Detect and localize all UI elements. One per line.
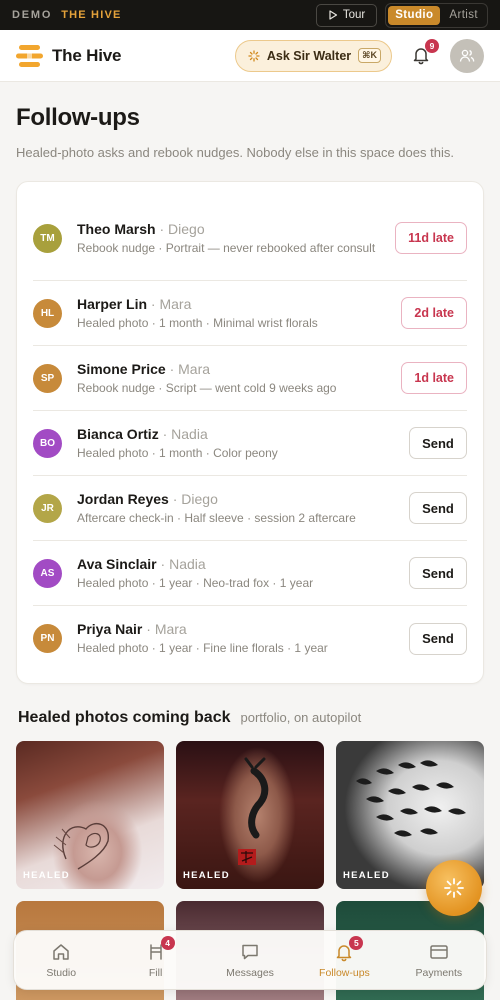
users-icon [459, 49, 475, 62]
nav-label: Studio [46, 966, 77, 979]
demo-bar: DEMO THE HIVE Tour Studio Artist [0, 0, 500, 30]
demo-brand: THE HIVE [61, 9, 122, 21]
followup-detail: Rebook nudge · Script — went cold 9 week… [77, 380, 337, 395]
mode-artist[interactable]: Artist [442, 6, 485, 25]
avatar: AS [33, 558, 62, 588]
page-title: Follow-ups [16, 104, 140, 131]
send-button[interactable]: Send [409, 622, 467, 655]
page-subtitle: Healed-photo asks and rebook nudges. Nob… [16, 145, 454, 160]
artist-name: · Nadia [156, 555, 206, 572]
followup-row[interactable]: AS Ava Sinclair · Nadia Healed photo · 1… [33, 541, 467, 606]
nav-label: Fill [148, 966, 163, 979]
app-header: The Hive Ask Sir Walter ⌘K 9 [0, 30, 500, 82]
artist-name: · Diego [168, 490, 218, 507]
followup-row[interactable]: SP Simone Price · Mara Rebook nudge · Sc… [33, 346, 467, 411]
avatar: HL [33, 298, 62, 328]
client-name: Simone Price [77, 360, 166, 377]
late-button[interactable]: 11d late [395, 222, 467, 254]
nav-badge: 5 [349, 935, 364, 950]
nav-label: Messages [226, 966, 274, 979]
home-icon [53, 943, 69, 960]
card-icon [430, 944, 448, 959]
avatar: PN [33, 624, 62, 653]
artist-name: · Mara [142, 621, 187, 637]
nav-item-follow-ups[interactable]: 5 Follow-ups [297, 931, 391, 989]
followup-detail: Healed photo · 1 year · Neo-trad fox · 1… [77, 575, 314, 590]
client-name: Bianca Ortiz [77, 425, 159, 442]
healed-tag: HEALED [23, 870, 70, 881]
mode-studio[interactable]: Studio [388, 5, 441, 25]
healed-tag: HEALED [343, 870, 390, 881]
late-button[interactable]: 2d late [401, 297, 467, 329]
healed-photo[interactable]: HEALED [176, 741, 324, 889]
followup-row[interactable]: JR Jordan Reyes · Diego Aftercare check-… [33, 476, 467, 541]
artist-name: · Mara [165, 360, 211, 377]
client-name: Ava Sinclair [77, 555, 157, 572]
followup-detail: Healed photo · 1 year · Fine line floral… [77, 641, 328, 655]
sir-walter-fab[interactable] [426, 860, 482, 916]
followups-card: TM Theo Marsh · Diego Rebook nudge · Por… [16, 181, 484, 684]
nav-item-fill[interactable]: 4 Fill [108, 931, 202, 989]
wing-tattoo-image [53, 822, 109, 870]
artist-name: · Nadia [158, 425, 208, 442]
play-icon [329, 10, 337, 20]
tour-label: Tour [342, 9, 366, 21]
followup-detail: Aftercare check-in · Half sleeve · sessi… [77, 510, 356, 525]
nav-item-payments[interactable]: Payments [392, 931, 486, 989]
healed-photo[interactable]: HEALED [16, 741, 164, 889]
message-icon [242, 944, 258, 959]
mode-toggle: Studio Artist [385, 2, 488, 28]
nav-badge: 4 [160, 935, 175, 950]
client-name: Theo Marsh [77, 220, 156, 237]
ask-sir-walter-button[interactable]: Ask Sir Walter ⌘K [234, 39, 392, 72]
nav-label: Payments [415, 966, 463, 979]
photos-section-header: Healed photos coming back portfolio, on … [16, 709, 484, 727]
demo-label: DEMO [12, 9, 53, 21]
healed-tag: HEALED [183, 870, 230, 881]
nav-item-studio[interactable]: Studio [14, 931, 108, 989]
followup-row[interactable]: PN Priya Nair · Mara Healed photo · 1 ye… [33, 606, 467, 671]
avatar[interactable] [450, 38, 484, 73]
avatar: BO [33, 428, 62, 458]
hive-logo-icon [16, 44, 43, 67]
sparkle-icon [248, 49, 260, 62]
bottom-nav: Studio 4 Fill Messages 5 Follow-ups Paym… [13, 930, 487, 990]
avatar: SP [33, 363, 62, 393]
client-name: Jordan Reyes [77, 490, 169, 507]
followup-detail: Healed photo · 1 month · Minimal wrist f… [77, 315, 318, 330]
photos-section-subtitle: portfolio, on autopilot [240, 710, 362, 725]
nav-item-messages[interactable]: Messages [203, 931, 297, 989]
followup-row[interactable]: HL Harper Lin · Mara Healed photo · 1 mo… [33, 281, 467, 346]
notifications-button[interactable]: 9 [411, 38, 439, 67]
notifications-badge: 9 [425, 38, 439, 53]
send-button[interactable]: Send [409, 557, 467, 589]
photos-section-title: Healed photos coming back [18, 709, 231, 726]
client-name: Priya Nair [77, 621, 143, 637]
shortcut-hint: ⌘K [358, 48, 381, 63]
client-name: Harper Lin [77, 295, 148, 312]
avatar: JR [33, 493, 62, 523]
followup-row[interactable]: BO Bianca Ortiz · Nadia Healed photo · 1… [33, 411, 467, 476]
artist-name: · Diego [155, 220, 205, 237]
followup-detail: Rebook nudge · Portrait — never rebooked… [77, 240, 376, 255]
nav-label: Follow-ups [319, 966, 370, 979]
send-button[interactable]: Send [409, 427, 467, 459]
ask-label: Ask Sir Walter [266, 48, 352, 63]
main-content: Follow-ups Healed-photo asks and rebook … [0, 104, 500, 1000]
app-title: The Hive [52, 45, 122, 65]
avatar: TM [33, 223, 62, 253]
followup-detail: Healed photo · 1 month · Color peony [77, 445, 278, 460]
koi-tattoo-image [238, 757, 269, 865]
followup-row[interactable]: TM Theo Marsh · Diego Rebook nudge · Por… [33, 196, 467, 281]
late-button[interactable]: 1d late [401, 362, 467, 394]
sparkle-icon [444, 878, 464, 898]
tour-button[interactable]: Tour [315, 3, 378, 27]
artist-name: · Mara [147, 295, 192, 312]
send-button[interactable]: Send [409, 492, 467, 524]
